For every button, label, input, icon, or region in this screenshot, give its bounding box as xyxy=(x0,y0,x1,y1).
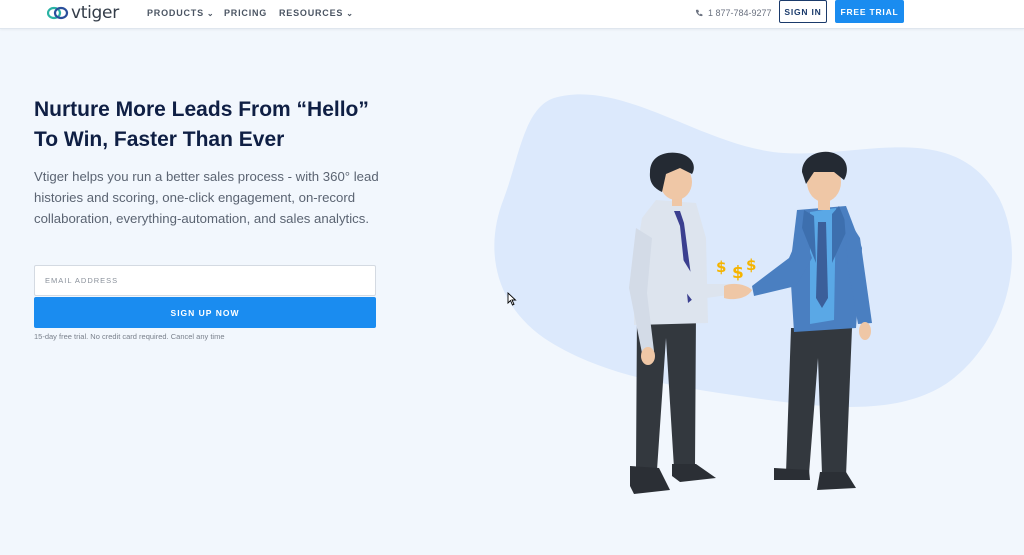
nav-resources-label: RESOURCES xyxy=(279,8,344,18)
background-blob xyxy=(494,94,1012,407)
dollar-sign-2: $ xyxy=(732,263,744,283)
nav-pricing[interactable]: PRICING xyxy=(224,8,267,18)
free-trial-button[interactable]: FREE TRIAL xyxy=(835,0,904,23)
dollar-sign-1: $ xyxy=(716,258,726,276)
brand-name: vtiger xyxy=(71,3,119,23)
mouse-cursor-icon xyxy=(507,292,517,306)
sign-in-button[interactable]: SIGN IN xyxy=(779,0,827,23)
nav-pricing-label: PRICING xyxy=(224,8,268,18)
vtiger-logo-icon xyxy=(47,6,69,20)
phone-icon xyxy=(695,9,703,17)
trial-note: 15-day free trial. No credit card requir… xyxy=(34,332,225,341)
nav-products[interactable]: PRODUCTS ⌄ xyxy=(147,8,214,18)
phone-number-text: 1 877-784-9277 xyxy=(708,8,772,18)
handshake-illustration: $ $ $ xyxy=(494,94,1012,494)
hero-title-line1: Nurture More Leads From “Hello” xyxy=(34,98,369,121)
hero-title: Nurture More Leads From “Hello” To Win, … xyxy=(34,95,414,155)
dollar-sign-3: $ xyxy=(746,256,756,274)
sign-up-button[interactable]: SIGN UP NOW xyxy=(34,297,376,328)
hero-description: Vtiger helps you run a better sales proc… xyxy=(34,169,379,226)
top-navbar: vtiger PRODUCTS ⌄ PRICING RESOURCES ⌄ 1 87… xyxy=(0,0,1024,29)
nav-products-label: PRODUCTS xyxy=(147,8,204,18)
nav-resources[interactable]: RESOURCES ⌄ xyxy=(279,8,354,18)
email-input[interactable] xyxy=(34,265,376,296)
chevron-down-icon: ⌄ xyxy=(346,9,354,18)
chevron-down-icon: ⌄ xyxy=(206,9,215,18)
vtiger-logo[interactable]: vtiger xyxy=(47,2,119,24)
hero-title-line2: To Win, Faster Than Ever xyxy=(34,128,285,151)
phone-number[interactable]: 1 877-784-9277 xyxy=(695,8,772,18)
